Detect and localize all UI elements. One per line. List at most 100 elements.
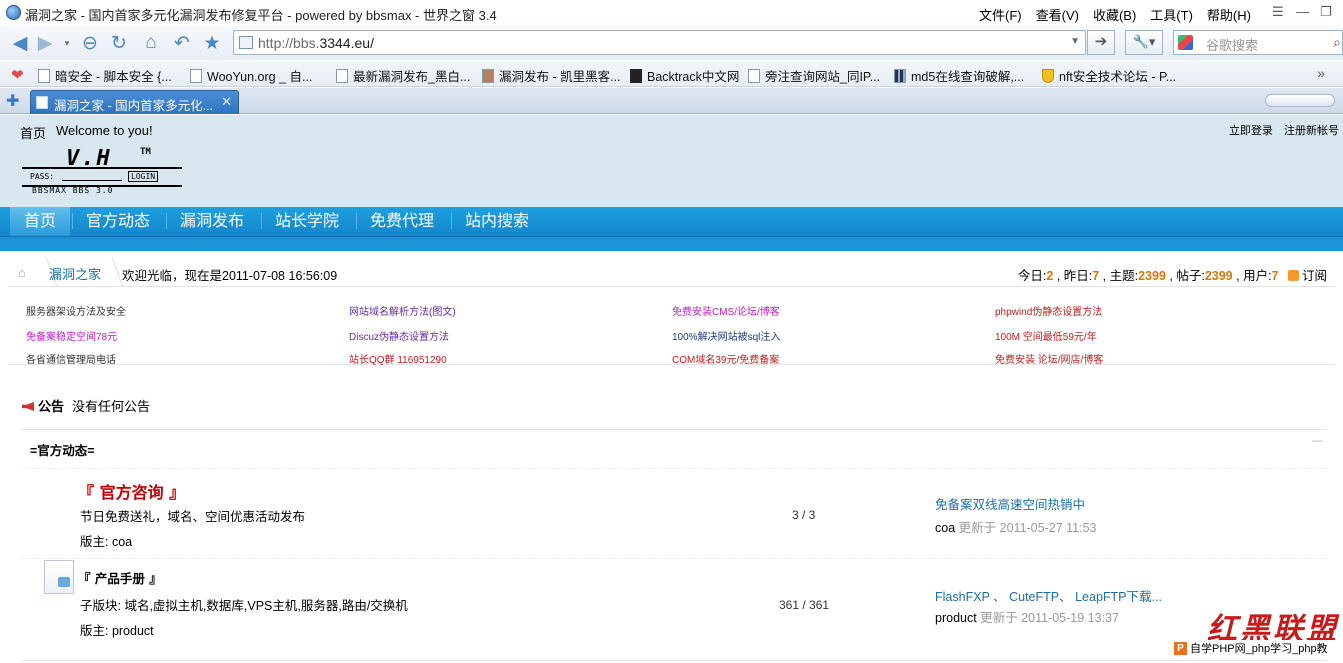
minimize-icon[interactable]: —: [1296, 4, 1309, 19]
ad-link[interactable]: 免备案稳定空间78元: [26, 328, 117, 343]
tab-bar: ✚ 漏洞之家 - 国内首家多元化... ✕: [0, 88, 1343, 114]
forum-document-icon: [44, 560, 74, 594]
register-link[interactable]: 注册新帐号: [1284, 125, 1339, 137]
menu-tools[interactable]: 工具(T): [1150, 5, 1193, 24]
browser-logo-icon: [6, 5, 21, 20]
nav-vuln-release[interactable]: 漏洞发布: [166, 207, 258, 236]
tab-active[interactable]: 漏洞之家 - 国内首家多元化... ✕: [30, 90, 239, 114]
nav-home[interactable]: 首页: [10, 207, 71, 236]
site-logo[interactable]: V.H TM PASS: LOGIN BBSMAX BBS 3.0: [22, 146, 184, 196]
page-icon: [38, 68, 50, 83]
page-icon: [36, 96, 48, 109]
bookmark-item[interactable]: nft安全技术论坛 - P...: [1042, 66, 1176, 85]
rss-link[interactable]: 订阅: [1302, 269, 1327, 283]
last-post-meta: product 更新于 2011-05-19 13:37: [935, 611, 1119, 625]
nav-site-search[interactable]: 站内搜索: [451, 207, 543, 236]
announcement: 公告 没有任何公告: [22, 396, 150, 415]
forum-title[interactable]: 『 官方咨询 』: [78, 479, 185, 503]
menu-view[interactable]: 查看(V): [1036, 5, 1079, 24]
stat-yesterday: 7: [1092, 269, 1100, 283]
rss-icon[interactable]: [1287, 270, 1299, 281]
more-chevron-icon[interactable]: »: [1317, 65, 1325, 81]
bookmark-item[interactable]: 漏洞发布 - 凯里黑客...: [482, 66, 621, 85]
favorite-star-icon[interactable]: ★: [200, 32, 224, 54]
nav-official-news[interactable]: 官方动态: [72, 207, 164, 236]
bookmark-item[interactable]: 旁注查询网站_同IP...: [748, 66, 880, 85]
wrench-icon[interactable]: 🔧▾: [1125, 30, 1163, 55]
forum-moderator[interactable]: 版主: product: [80, 620, 154, 639]
search-input[interactable]: 谷歌搜索 ⌕: [1173, 30, 1343, 55]
tab-scroll-handle[interactable]: [1265, 94, 1335, 107]
heart-icon[interactable]: ❤: [11, 66, 24, 84]
home-icon[interactable]: ⌂: [139, 32, 163, 54]
ad-link[interactable]: 各省通信管理局电话: [26, 351, 116, 366]
last-post-user[interactable]: coa: [935, 521, 955, 535]
window-title: 漏洞之家 - 国内首家多元化漏洞发布修复平台 - powered by bbsm…: [25, 8, 497, 23]
collapse-icon[interactable]: —: [1312, 435, 1323, 447]
url-text: http://bbs.3344.eu/: [258, 35, 374, 51]
ad-link[interactable]: 100%解决网站被sql注入: [672, 328, 780, 343]
divider: [22, 429, 1327, 430]
stop-icon[interactable]: ⊖: [78, 32, 102, 54]
ad-link[interactable]: 100M 空间最低59元/年: [995, 328, 1097, 343]
ad-link[interactable]: Discuz伪静态设置方法: [349, 328, 449, 343]
divider: [22, 468, 1327, 469]
history-dropdown-icon[interactable]: ▾: [55, 32, 79, 54]
ad-link[interactable]: 服务器架设方法及安全: [26, 303, 126, 318]
page-icon: [748, 68, 760, 83]
forum-moderator[interactable]: 版主: coa: [80, 531, 132, 550]
home-icon[interactable]: ⌂: [18, 265, 32, 280]
ad-link[interactable]: 网站域名解析方法(图文): [349, 303, 456, 318]
last-post-user[interactable]: product: [935, 611, 977, 625]
account-links: 立即登录 注册新帐号: [1221, 122, 1339, 138]
nav-free-proxy[interactable]: 免费代理: [356, 207, 448, 236]
bookmark-item[interactable]: Backtrack中文网: [630, 66, 739, 85]
subnav-band: [0, 236, 1343, 251]
divider: [22, 558, 1327, 559]
last-post-meta: coa 更新于 2011-05-27 11:53: [935, 521, 1097, 535]
nav-webmaster-academy[interactable]: 站长学院: [261, 207, 353, 236]
last-post-title[interactable]: 免备案双线高速空间热销中: [935, 494, 1085, 513]
divider: [22, 660, 1327, 661]
login-link[interactable]: 立即登录: [1229, 125, 1273, 137]
undo-close-icon[interactable]: ↶: [170, 32, 194, 54]
forward-icon[interactable]: ▶: [33, 32, 57, 54]
address-bar[interactable]: http://bbs.3344.eu/ ▼: [233, 30, 1086, 55]
ad-link[interactable]: COM域名39元/免费备案: [672, 351, 779, 366]
menu-file[interactable]: 文件(F): [979, 5, 1022, 24]
ad-link[interactable]: 站长QQ群 116951290: [349, 351, 447, 366]
page-icon: [190, 68, 202, 83]
section-title[interactable]: =官方动态=: [30, 440, 95, 459]
list-icon[interactable]: ☰: [1272, 4, 1284, 20]
page-icon: [336, 68, 348, 83]
backtrack-icon: [630, 68, 642, 83]
ad-link[interactable]: 免费安装 论坛/网店/博客: [995, 351, 1103, 366]
maximize-icon[interactable]: ❐: [1320, 4, 1332, 20]
search-icon[interactable]: ⌕: [1333, 34, 1341, 51]
forum-title[interactable]: 『 产品手册 』: [78, 568, 162, 587]
forum-row: 『 官方咨询 』 节日免费送礼，域名、空间优惠活动发布 版主: coa 3 / …: [22, 475, 1327, 557]
tab-label: 漏洞之家 - 国内首家多元化...: [54, 99, 214, 113]
close-icon[interactable]: ✕: [221, 94, 232, 110]
refresh-icon[interactable]: ↻: [107, 32, 131, 54]
menu-help[interactable]: 帮助(H): [1207, 5, 1251, 24]
welcome-text: Welcome to you!: [56, 123, 153, 138]
back-icon[interactable]: ◀: [8, 32, 32, 54]
home-link[interactable]: 首页: [20, 123, 46, 142]
google-icon: [1178, 35, 1193, 50]
breadcrumb-forum[interactable]: 漏洞之家: [49, 264, 101, 283]
bookmark-item[interactable]: md5在线查询破解,...: [894, 66, 1024, 85]
go-arrow-icon[interactable]: ➔: [1087, 30, 1115, 55]
new-tab-icon[interactable]: ✚: [6, 91, 19, 111]
menu-favorites[interactable]: 收藏(B): [1093, 5, 1136, 24]
last-post-title[interactable]: FlashFXP 、 CuteFTP、 LeapFTP下载...: [935, 586, 1162, 605]
site-header: 首页 Welcome to you! 立即登录 注册新帐号 V.H TM PAS…: [0, 115, 1343, 207]
ad-link[interactable]: phpwind伪静态设置方法: [995, 303, 1102, 318]
ad-link[interactable]: 免费安装CMS/论坛/博客: [672, 303, 780, 318]
bookmark-item[interactable]: WooYun.org _ 自...: [190, 66, 312, 85]
bookmark-item[interactable]: 最新漏洞发布_黑白...: [336, 66, 470, 85]
chevron-down-icon[interactable]: ▼: [1070, 36, 1080, 47]
bookmark-item[interactable]: 暗安全 - 脚本安全 {...: [38, 66, 172, 85]
stat-topics: 2399: [1138, 269, 1166, 283]
announcement-text: 没有任何公告: [72, 399, 151, 414]
